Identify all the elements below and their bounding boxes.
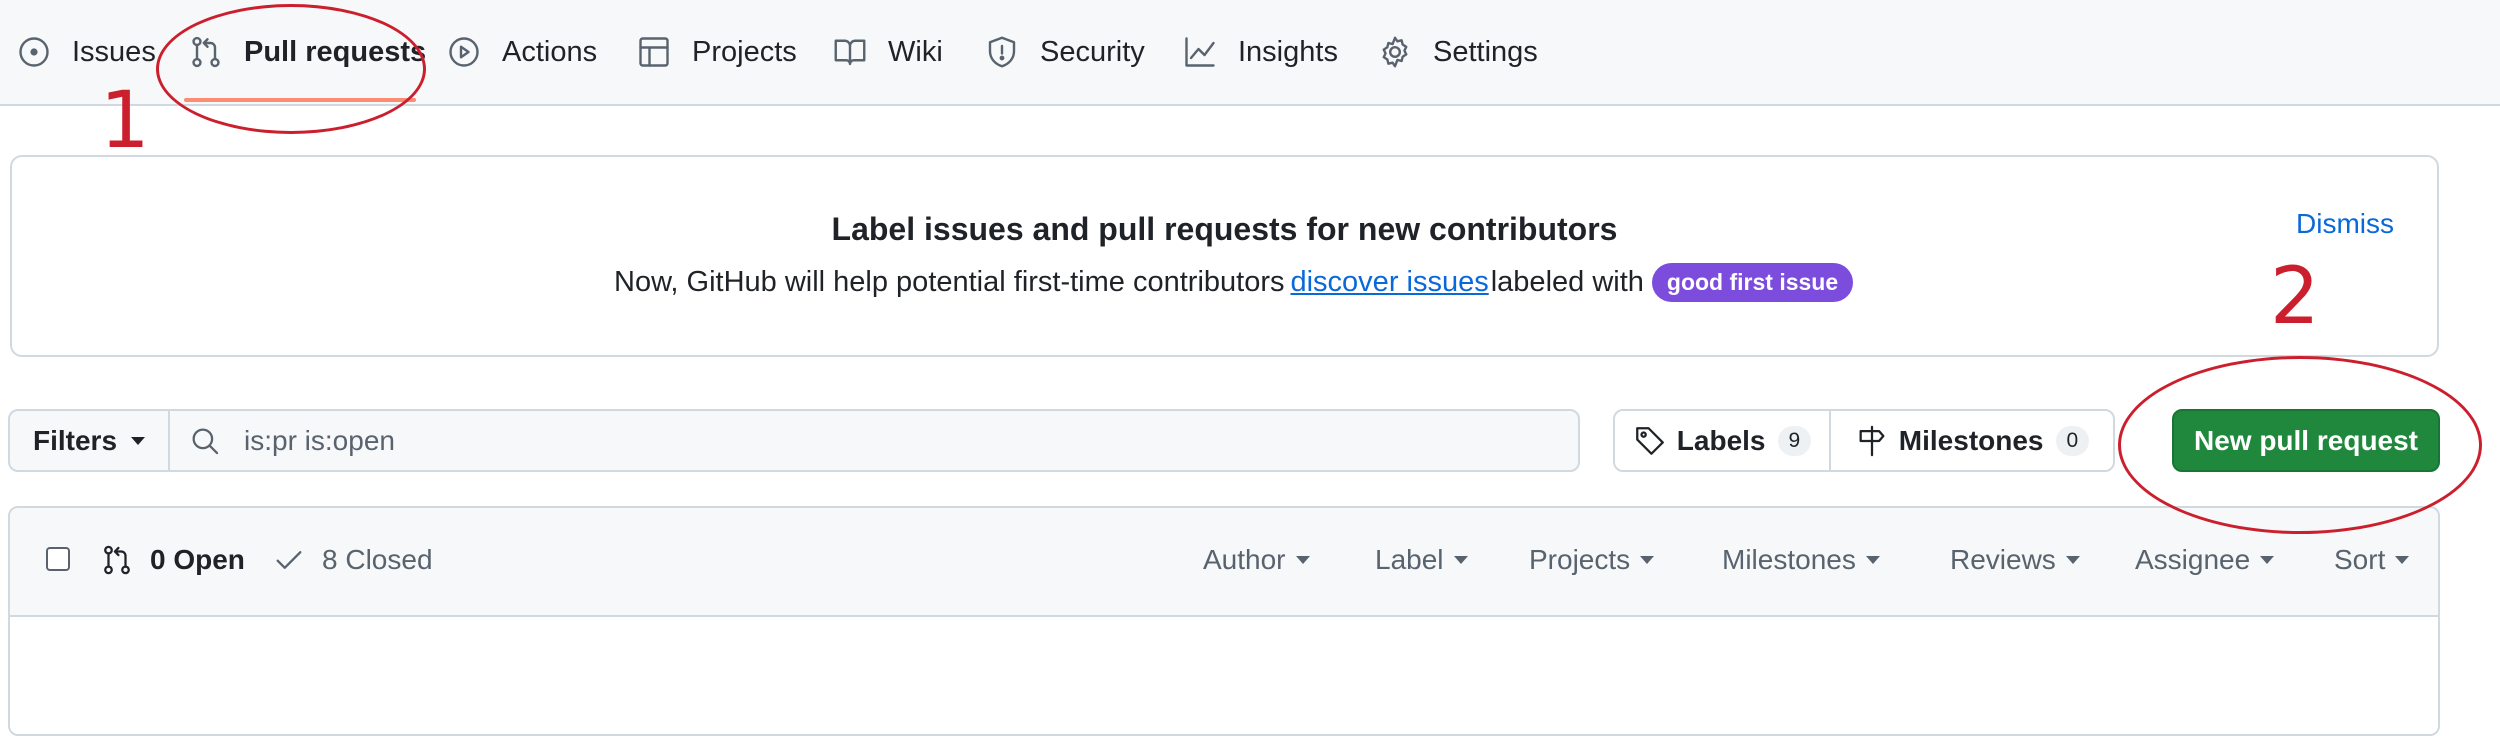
caret-down-icon bbox=[1295, 556, 1310, 564]
milestone-icon bbox=[1855, 424, 1889, 458]
closed-count: 8 Closed bbox=[322, 544, 433, 575]
tab-actions[interactable]: Actions bbox=[446, 0, 597, 104]
assignee-filter[interactable]: Assignee bbox=[2135, 533, 2275, 587]
discover-issues-link[interactable]: discover issues bbox=[1290, 266, 1488, 299]
good-first-issue-label[interactable]: good first issue bbox=[1651, 263, 1854, 302]
closed-filter[interactable]: 8 Closed bbox=[272, 533, 433, 587]
git-pull-request-icon bbox=[100, 543, 134, 577]
tag-icon bbox=[1633, 424, 1667, 458]
annotation-step-1: 1 bbox=[100, 76, 150, 166]
milestones-button[interactable]: Milestones 0 bbox=[1831, 411, 2113, 470]
milestones-filter[interactable]: Milestones bbox=[1722, 533, 1880, 587]
open-count: 0 Open bbox=[150, 544, 245, 575]
tab-label: Settings bbox=[1433, 35, 1538, 68]
label-filter[interactable]: Label bbox=[1375, 533, 1468, 587]
tab-label: Security bbox=[1040, 35, 1145, 68]
annotation-step-2: 2 bbox=[2270, 252, 2320, 342]
sort-filter[interactable]: Sort bbox=[2334, 533, 2410, 587]
search-icon bbox=[188, 424, 222, 458]
caret-down-icon bbox=[2065, 556, 2080, 564]
banner-title: Label issues and pull requests for new c… bbox=[831, 211, 1618, 247]
filter-label: Reviews bbox=[1950, 544, 2056, 575]
caret-down-icon bbox=[2395, 556, 2410, 564]
banner-text: Now, GitHub will help potential first-ti… bbox=[614, 266, 1285, 298]
labels-count-badge: 9 bbox=[1777, 425, 1812, 456]
select-all-checkbox[interactable] bbox=[46, 547, 70, 571]
repo-nav: Issues Pull requests Actions Projects Wi… bbox=[0, 0, 2500, 106]
labels-milestones-group: Labels 9 Milestones 0 bbox=[1613, 409, 2115, 472]
tab-label: Pull requests bbox=[244, 35, 427, 68]
play-circle-icon bbox=[446, 34, 482, 70]
active-tab-underline bbox=[184, 98, 416, 102]
shield-icon bbox=[984, 34, 1020, 70]
reviews-filter[interactable]: Reviews bbox=[1950, 533, 2080, 587]
filter-label: Assignee bbox=[2135, 544, 2251, 575]
new-pull-request-button[interactable]: New pull request bbox=[2172, 409, 2440, 472]
new-contributors-banner: Label issues and pull requests for new c… bbox=[10, 155, 2439, 357]
open-filter[interactable]: 0 Open bbox=[100, 533, 245, 587]
check-icon bbox=[272, 543, 306, 577]
filter-label: Author bbox=[1203, 544, 1286, 575]
tab-label: Projects bbox=[692, 35, 797, 68]
gear-icon bbox=[1377, 34, 1413, 70]
tab-label: Issues bbox=[72, 35, 156, 68]
filter-label: Milestones bbox=[1722, 544, 1856, 575]
tab-label: Insights bbox=[1238, 35, 1338, 68]
git-pull-request-icon bbox=[188, 34, 224, 70]
filter-label: Label bbox=[1375, 544, 1444, 575]
pull-request-list: 0 Open 8 Closed Author Label Projects Mi… bbox=[8, 506, 2440, 736]
tab-wiki[interactable]: Wiki bbox=[832, 0, 943, 104]
filters-label: Filters bbox=[32, 424, 118, 456]
tab-security[interactable]: Security bbox=[984, 0, 1145, 104]
tab-label: Actions bbox=[502, 35, 598, 68]
author-filter[interactable]: Author bbox=[1203, 533, 1310, 587]
filter-search-group: Filters bbox=[8, 409, 1580, 472]
table-icon bbox=[636, 34, 672, 70]
caret-down-icon bbox=[1865, 556, 1880, 564]
issue-circle-icon bbox=[16, 34, 52, 70]
caret-down-icon bbox=[131, 436, 146, 445]
milestones-label: Milestones bbox=[1898, 424, 2044, 456]
projects-filter[interactable]: Projects bbox=[1529, 533, 1655, 587]
list-header: 0 Open 8 Closed Author Label Projects Mi… bbox=[10, 508, 2438, 617]
tab-settings[interactable]: Settings bbox=[1377, 0, 1538, 104]
banner-description: Now, GitHub will help potential first-ti… bbox=[614, 263, 1854, 302]
caret-down-icon bbox=[2260, 556, 2275, 564]
filter-label: Sort bbox=[2334, 544, 2386, 575]
tab-label: Wiki bbox=[888, 35, 943, 68]
tab-pull-requests[interactable]: Pull requests bbox=[188, 0, 426, 104]
caret-down-icon bbox=[1640, 556, 1655, 564]
dismiss-button[interactable]: Dismiss bbox=[2296, 208, 2394, 240]
banner-text: labeled with bbox=[1490, 266, 1644, 298]
milestones-count-badge: 0 bbox=[2055, 425, 2090, 456]
search-box bbox=[170, 411, 1578, 470]
filters-dropdown[interactable]: Filters bbox=[10, 411, 170, 470]
book-icon bbox=[832, 34, 868, 70]
tab-insights[interactable]: Insights bbox=[1182, 0, 1338, 104]
graph-icon bbox=[1182, 34, 1218, 70]
caret-down-icon bbox=[1453, 556, 1468, 564]
filter-label: Projects bbox=[1529, 544, 1631, 575]
tab-projects[interactable]: Projects bbox=[636, 0, 797, 104]
labels-button[interactable]: Labels 9 bbox=[1615, 411, 1831, 470]
labels-label: Labels bbox=[1676, 424, 1766, 456]
search-input[interactable] bbox=[242, 423, 1546, 458]
